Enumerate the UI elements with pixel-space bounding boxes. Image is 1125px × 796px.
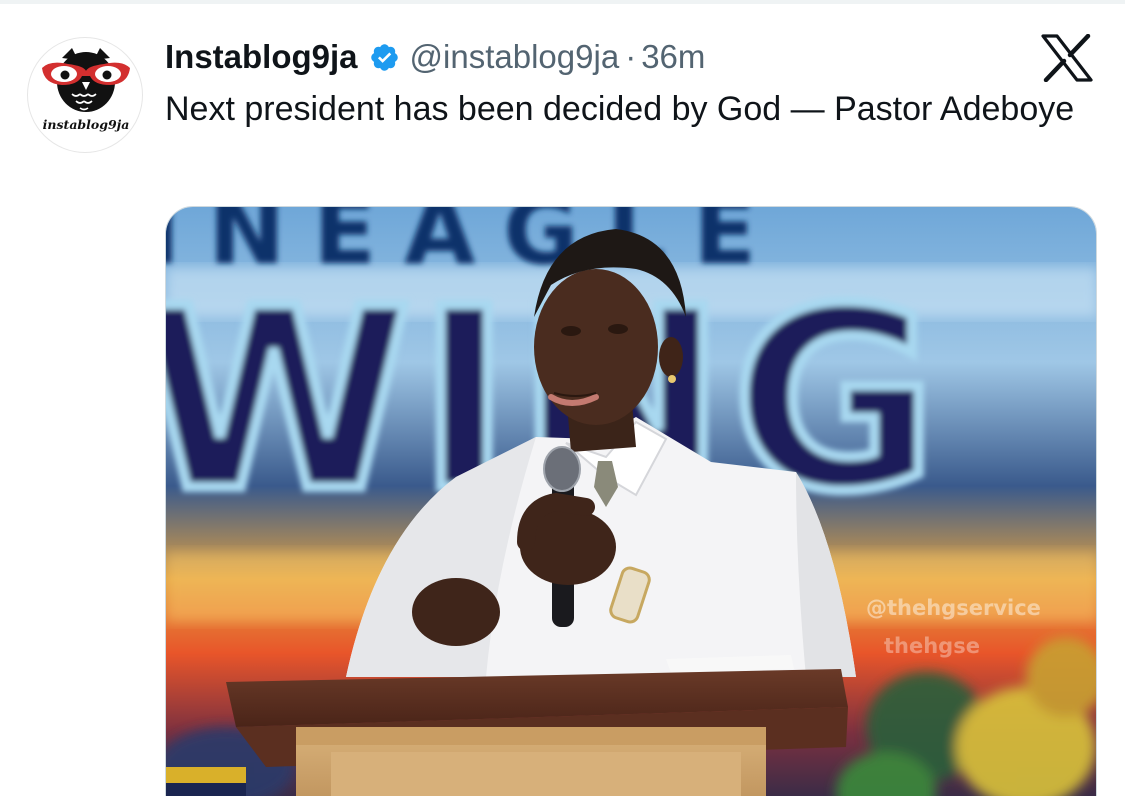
watermark-line-2: thehgse [884, 634, 980, 658]
tweet-media-image[interactable]: INEAGLE WING @thehgservice thehgse [165, 206, 1097, 796]
watermark-line-1: @thehgservice [866, 596, 1041, 620]
tweet-text: Next president has been decided by God —… [165, 90, 1075, 128]
x-logo-icon[interactable] [1041, 33, 1093, 83]
user-handle[interactable]: @instablog9ja [410, 38, 620, 76]
photo-preacher-at-podium: INEAGLE WING @thehgservice thehgse [166, 207, 1096, 796]
top-divider [0, 0, 1125, 4]
avatar-wordmark: instablog9ja [42, 117, 130, 132]
owl-logo-icon [42, 48, 130, 112]
timestamp[interactable]: 36m [641, 38, 705, 76]
separator-dot: · [625, 38, 637, 75]
tweet-header: Instablog9ja @instablog9ja · 36m [165, 35, 705, 79]
verified-badge-icon [369, 42, 400, 73]
display-name[interactable]: Instablog9ja [165, 38, 358, 76]
avatar[interactable]: instablog9ja [27, 37, 143, 153]
